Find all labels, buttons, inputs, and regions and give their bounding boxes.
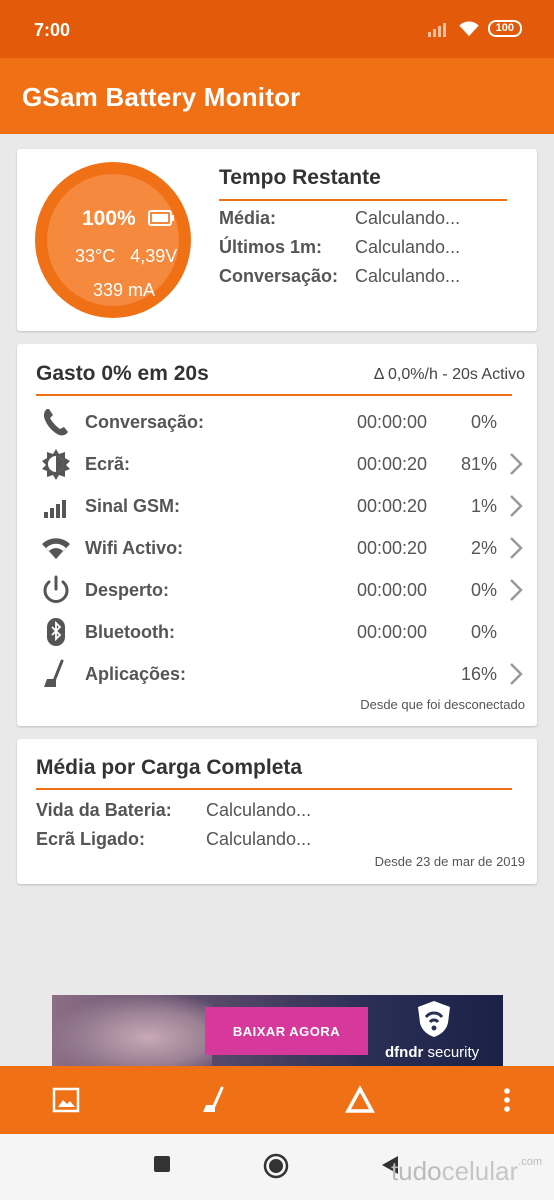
battery-temp-voltage: 33°C 4,39V [75,246,195,267]
row-label: Ecrã Ligado: [36,829,146,849]
row-value: Calculando... [206,829,312,849]
ad-download-button[interactable]: BAIXAR AGORA [205,1007,368,1055]
status-icons: 100 [427,20,522,37]
row-label: Wifi Activo: [85,538,184,558]
recents-icon[interactable] [152,1154,172,1174]
watermark: tudocelular.com [391,1156,542,1187]
power-icon [43,575,69,603]
row-time: 00:00:00 [357,622,428,642]
usage-row-apps[interactable]: Aplicações: 16% [17,653,537,695]
row-value: Calculando... [206,800,312,820]
cell-signal-icon [427,22,446,37]
battery-temperature: 33°C [75,246,116,266]
apps-icon[interactable] [198,1084,230,1116]
watermark-part: celular [441,1156,519,1186]
row-value: Calculando... [355,208,461,228]
row-label: Vida da Bateria: [36,800,172,820]
remaining-time-title: Tempo Restante [219,166,381,189]
battery-percent: 100% [82,207,136,230]
row-time: 00:00:20 [357,454,428,474]
row-value: Calculando... [355,266,461,286]
chevron-right-icon [510,453,523,475]
ad-brand-bold: dfndr [385,1044,424,1061]
battery-gauge: 100% 33°C 4,39V 339 mA [35,162,191,318]
row-percent: 16% [460,664,497,684]
delta-icon[interactable] [344,1084,376,1116]
battery-voltage: 4,39V [130,246,178,266]
ad-brand-text: dfndr security [385,1044,479,1061]
usage-title: Gasto 0% em 20s [36,362,209,385]
divider [36,394,512,396]
wifi-status-icon [458,21,479,36]
app-title: GSam Battery Monitor [22,82,301,112]
ad-hand-image [52,995,212,1066]
usage-row-awake[interactable]: Desperto: 00:00:00 0% [17,569,537,611]
divider [219,199,507,201]
usage-row-talk: Conversação: 00:00:00 0% [17,401,537,443]
ad-banner[interactable]: BAIXAR AGORA dfndr security [52,995,503,1066]
signal-icon [44,500,66,518]
full-charge-footer: Desde 23 de mar de 2019 [374,854,525,869]
system-nav-bar: tudocelular.com [0,1134,554,1200]
watermark-part: .com [518,1156,542,1168]
usage-card: Gasto 0% em 20s Δ 0,0%/h - 20s Activo Co… [17,344,537,726]
row-label: Ecrã: [85,454,131,474]
remaining-time-card[interactable]: 100% 33°C 4,39V 339 mA Tempo Restante Mé… [17,149,537,331]
chevron-right-icon [510,495,523,517]
shield-icon [418,1001,450,1037]
chevron-right-icon [510,579,523,601]
status-time: 7:00 [34,20,71,40]
usage-rate: Δ 0,0%/h - 20s Activo [373,366,525,383]
wifi-icon [42,538,70,559]
home-icon[interactable] [262,1152,290,1180]
row-time: 00:00:00 [357,412,428,432]
full-charge-card: Média por Carga Completa Vida da Bateria… [17,739,537,884]
more-vert-icon[interactable] [491,1084,523,1116]
usage-row-signal[interactable]: Sinal GSM: 00:00:20 1% [17,485,537,527]
battery-current: 339 mA [93,280,156,300]
row-label: Últimos 1m: [219,237,323,257]
status-bar: 7:00 100 [0,0,554,58]
bottom-action-bar [0,1066,554,1134]
watermark-part: tudo [390,1156,442,1186]
battery-icon [148,210,174,226]
row-label: Aplicações: [85,664,187,684]
row-time: 00:00:20 [357,538,428,558]
row-label: Sinal GSM: [85,496,181,516]
row-time: 00:00:20 [357,496,428,516]
row-time: 00:00:00 [357,580,428,600]
divider [36,788,512,790]
chevron-right-icon [510,537,523,559]
usage-footer: Desde que foi desconectado [360,697,525,712]
row-label: Conversação: [219,266,339,286]
usage-row-screen[interactable]: Ecrã: 00:00:20 81% [17,443,537,485]
row-label: Desperto: [85,580,170,600]
row-percent: 0% [470,580,497,600]
row-percent: 81% [460,454,497,474]
usage-row-bluetooth: Bluetooth: 00:00:00 0% [17,611,537,653]
row-percent: 0% [470,622,497,642]
app-bar: GSam Battery Monitor [0,58,554,134]
apps-icon [44,659,64,687]
image-icon[interactable] [50,1084,82,1116]
brightness-icon [42,449,70,480]
battery-status-icon: 100 [487,20,522,37]
phone-icon [43,409,68,436]
bluetooth-icon [47,618,65,646]
row-percent: 1% [470,496,497,516]
chevron-right-icon [510,663,523,685]
row-label: Conversação: [85,412,205,432]
row-label: Média: [219,208,277,228]
full-charge-title: Média por Carga Completa [36,756,303,779]
row-label: Bluetooth: [85,622,175,642]
row-percent: 0% [470,412,497,432]
usage-row-wifi[interactable]: Wifi Activo: 00:00:20 2% [17,527,537,569]
row-value: Calculando... [355,237,461,257]
row-percent: 2% [470,538,497,558]
ad-brand-rest: security [423,1044,480,1061]
